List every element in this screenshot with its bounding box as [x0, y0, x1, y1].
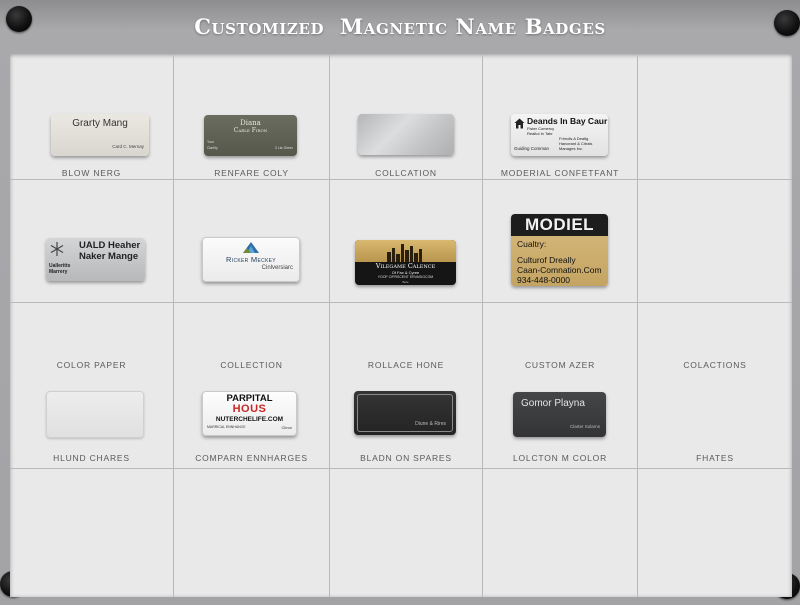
badge-title: Carle Firon: [233, 127, 268, 134]
cell-label: LOLCTON M COLOR: [512, 453, 608, 463]
badge-subtext: Clarter Solarns: [569, 424, 600, 429]
badge-line2: Realtoi In Tahr: [527, 131, 553, 136]
cell-label: BLOW NERG: [61, 168, 122, 178]
badge-cell-color-paper: UALD Heaher Naker Mange Ualleritts Marre…: [10, 180, 173, 370]
badge-gold-black-vilegame[interactable]: Vilegame Calence Of Fax & Cyree Yoof Cip…: [355, 240, 456, 285]
badge-blank-white[interactable]: [46, 391, 144, 438]
badge-black-bordered[interactable]: Diune & Rires: [354, 391, 456, 435]
empty-cell: [10, 469, 173, 597]
badge-line3: Bele: [402, 280, 409, 284]
badge-grid: Grarty Mang Card C. Mernay BLOW NERG Dia…: [10, 54, 792, 597]
badge-small2: Marrery: [49, 269, 68, 275]
empty-cell: [174, 469, 329, 597]
badge-line3: Caan-Comnation.Com: [517, 265, 602, 275]
badge-subtext: Card C. Mernay: [112, 144, 144, 149]
badge-cell-blow-nerg: Grarty Mang Card C. Mernay BLOW NERG: [10, 54, 173, 179]
badge-cell-renfare-coly: Diana Carle Firon Your Clarlity 3 Lla St…: [174, 54, 329, 179]
empty-cell: [330, 469, 482, 597]
cell-label: COMPARN ENNHARGES: [195, 453, 308, 463]
badge-name: Ricker Meckey: [226, 255, 276, 264]
badge-line2: Naker Mange: [79, 251, 139, 262]
badge-name: Grarty Mang: [72, 118, 128, 129]
cell-label: COLLCATION: [375, 168, 437, 178]
badge-left-line2: Clarlity: [207, 146, 218, 150]
badge-charcoal-gomor[interactable]: Gomor Playna Clarter Solarns: [513, 392, 606, 437]
badge-name: Deands In Bay Caur: [527, 116, 608, 126]
badge-name: Diana: [240, 119, 261, 127]
badge-cell-custom-azer: MODIEL Cualtry: Culturof Dreally Caan-Co…: [483, 180, 637, 370]
badge-silver-grarty[interactable]: Grarty Mang Card C. Mernay: [51, 114, 149, 156]
badge-cell-rollace-hone: Vilegame Calence Of Fax & Cyree Yoof Cip…: [330, 180, 482, 370]
badge-cell-collcation: COLLCATION: [330, 54, 482, 179]
badge-cell-moderial-confetfant: Deands In Bay Caur Fister Comercy Realto…: [483, 54, 637, 179]
badge-white-deands[interactable]: Deands In Bay Caur Fister Comercy Realto…: [511, 114, 608, 156]
badge-line4: 934-448-0000: [517, 275, 570, 285]
badge-white-ricker[interactable]: Ricker Meckey Cinlversiarc: [202, 237, 300, 282]
badge-cell-comparn-ennharges: PARPITAL HOUS NUTERCHELIFE.COM Marrical …: [174, 303, 329, 468]
empty-cell: [638, 469, 792, 597]
cell-label: MODERIAL CONFETFANT: [500, 168, 620, 178]
badge-header: MODIEL: [524, 215, 595, 234]
badge-display-board: Customized Magnetic Name Badges Grarty M…: [0, 0, 800, 605]
badge-panel: Grarty Mang Card C. Mernay BLOW NERG Dia…: [10, 54, 792, 597]
badge-name: Gomor Playna: [521, 398, 585, 409]
badge-olive-diana[interactable]: Diana Carle Firon Your Clarlity 3 Lla St…: [204, 115, 297, 156]
cell-label: HLUND CHARES: [53, 453, 130, 463]
cell-label: FHATES: [696, 453, 734, 463]
badge-right: Diune & Rires: [415, 421, 446, 427]
badge-line4: Marrical Ennhance: [207, 425, 246, 429]
badge-cell-collection: Ricker Meckey Cinlversiarc COLLECTION: [174, 180, 329, 370]
badge-right: Clinor: [281, 425, 292, 430]
badge-line1: Cualtry:: [517, 239, 547, 249]
badge-line2: HOUS: [232, 403, 267, 415]
badge-cell-lolcton-m-color: Gomor Playna Clarter Solarns LOLCTON M C…: [483, 303, 637, 468]
badge-cell-hlund-chares: HLUND CHARES: [10, 303, 173, 468]
page-title: Customized Magnetic Name Badges: [194, 14, 606, 39]
cell-label: BLADN ON SPARES: [360, 453, 452, 463]
badge-white-parpital[interactable]: PARPITAL HOUS NUTERCHELIFE.COM Marrical …: [202, 391, 297, 436]
badge-cell-bladn-on-spares: Diune & Rires BLADN ON SPARES: [330, 303, 482, 468]
badge-name: Vilegame Calence: [375, 262, 436, 270]
badge-left: Guiding Comman: [514, 146, 550, 151]
badge-line2: Culturof Dreally: [517, 255, 576, 265]
badge-line2: Yoof Ciprscent Ervasigcom: [377, 275, 434, 279]
badge-left-line1: Your: [207, 140, 215, 144]
cell-label: RENFARE COLY: [214, 168, 289, 178]
house-logo-icon: [514, 118, 525, 129]
badge-blank-brushed-silver[interactable]: [358, 114, 454, 155]
badge-cell-fhates: FHATES: [638, 303, 792, 468]
badge-subtext: Cinlversiarc: [261, 265, 293, 271]
badge-right: 3 Lla Streer: [274, 146, 293, 150]
empty-cell: [483, 469, 637, 597]
asterisk-logo-icon: [50, 242, 64, 256]
diamond-logo-icon: [243, 242, 259, 253]
city-skyline-icon: [387, 244, 422, 262]
badge-line5: Manages Inc.: [559, 146, 584, 151]
badge-silver-uald[interactable]: UALD Heaher Naker Mange Ualleritts Marre…: [46, 238, 145, 281]
badge-cell-colactions: COLACTIONS: [638, 180, 792, 370]
badge-line3: NUTERCHELIFE.COM: [215, 416, 284, 423]
badge-line1: UALD Heaher: [79, 240, 141, 251]
badge-gold-modiel[interactable]: MODIEL Cualtry: Culturof Dreally Caan-Co…: [511, 214, 608, 286]
